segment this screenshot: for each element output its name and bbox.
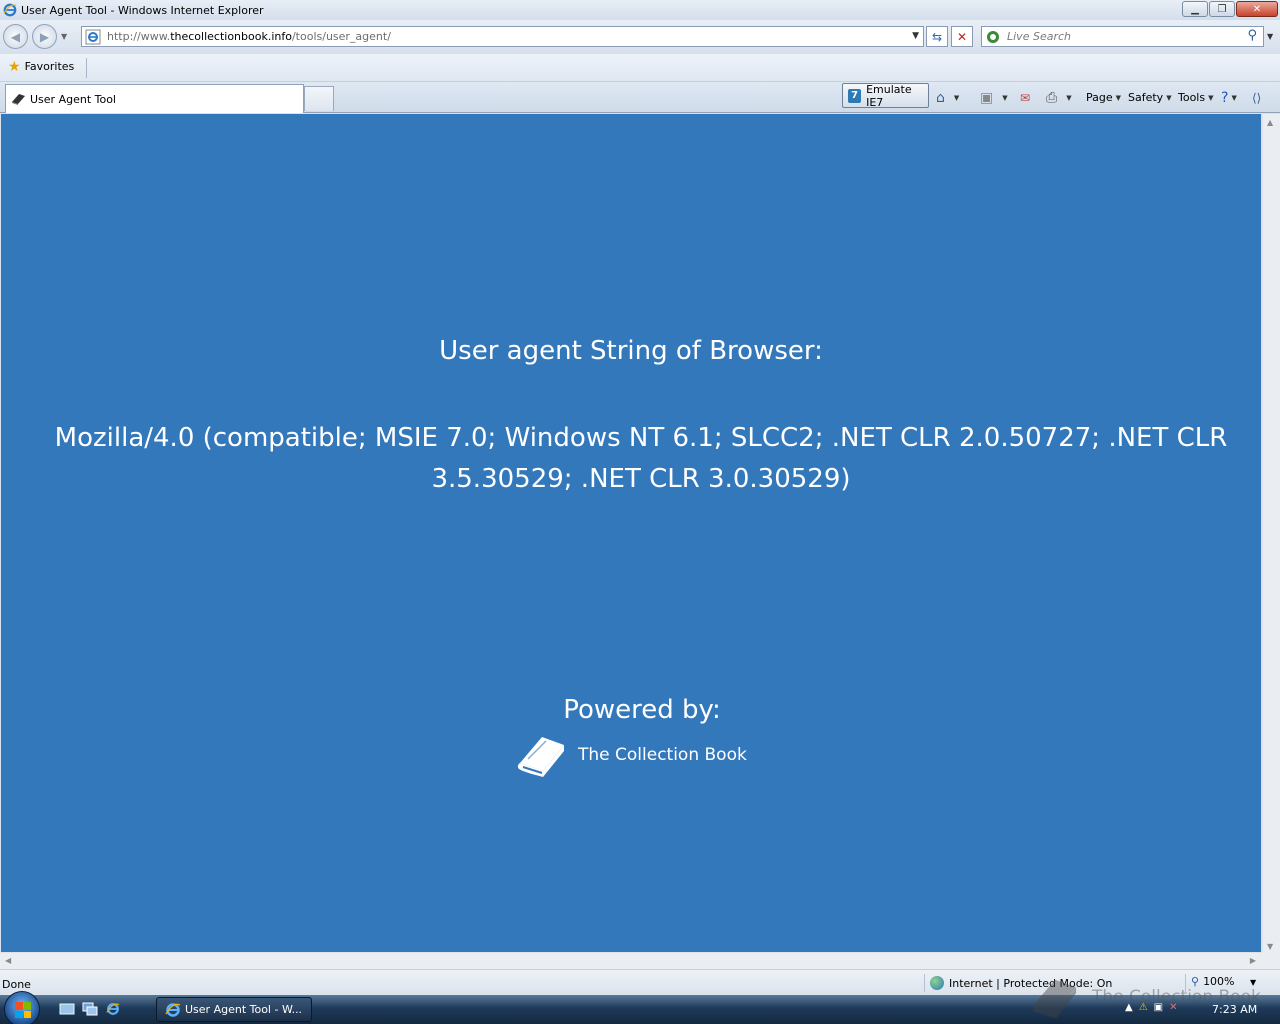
recent-pages-dropdown[interactable]: ▼: [61, 32, 67, 41]
title-bar: User Agent Tool - Windows Internet Explo…: [0, 0, 1280, 20]
address-url[interactable]: http://www.thecollectionbook.info/tools/…: [107, 30, 391, 43]
window-controls: ▁ ❐ ✕: [1182, 1, 1278, 17]
navigation-bar: ◀ ▶ ▼ http://www.thecollectionbook.info/…: [0, 20, 1280, 54]
zone-label: Internet | Protected Mode: On: [949, 976, 1113, 990]
favorites-divider: [86, 58, 87, 78]
forward-button[interactable]: ▶: [32, 24, 57, 49]
toolbar-chevron[interactable]: ⟨⟩: [1252, 82, 1261, 113]
brand-name: The Collection Book: [578, 745, 747, 765]
chevron-icon: ⟨⟩: [1252, 90, 1262, 105]
feeds-button[interactable]: ▣ ▼: [980, 82, 1008, 113]
scrollbar-corner: [1262, 952, 1280, 969]
zoom-icon: ⚲: [1191, 975, 1200, 988]
stop-icon: ✕: [956, 29, 968, 44]
scroll-left-icon[interactable]: ◀: [5, 956, 11, 965]
back-arrow-icon: ◀: [10, 29, 21, 44]
help-menu[interactable]: ? ▼: [1221, 82, 1237, 113]
tab-label: User Agent Tool: [30, 92, 116, 106]
maximize-button[interactable]: ❐: [1209, 1, 1235, 17]
windows-logo-icon: [15, 1002, 31, 1018]
page-ie-icon: [85, 29, 101, 44]
address-dropdown[interactable]: ▼: [912, 31, 919, 41]
emulate-label: Emulate IE7: [866, 82, 912, 109]
search-box[interactable]: Live Search ⚲: [981, 26, 1264, 47]
scroll-up-icon[interactable]: ▲: [1267, 118, 1273, 127]
read-mail-button[interactable]: ✉: [1020, 82, 1030, 113]
brand-link[interactable]: The Collection Book: [516, 731, 747, 779]
globe-icon: [930, 976, 944, 990]
clock[interactable]: 7:23 AM: [1212, 1003, 1257, 1016]
ie-quick-launch-icon[interactable]: [105, 1002, 121, 1016]
help-icon: ?: [1221, 89, 1229, 106]
warning-icon[interactable]: ⚠: [1139, 1002, 1148, 1013]
search-input[interactable]: Live Search: [1007, 30, 1071, 43]
volume-muted-icon[interactable]: ✕: [1169, 1002, 1177, 1013]
network-icon[interactable]: ▣: [1154, 1002, 1163, 1013]
taskbar: User Agent Tool - W... ▲ ⚠ ▣ ✕ 7:23 AM: [0, 991, 1280, 1024]
safety-menu-label: Safety: [1128, 91, 1164, 104]
tab-user-agent-tool[interactable]: User Agent Tool: [5, 84, 304, 113]
safety-menu[interactable]: Safety ▼: [1128, 82, 1172, 113]
book-icon: [12, 94, 25, 105]
refresh-icon: ⇆: [931, 29, 943, 44]
book-logo-icon: [517, 737, 564, 777]
taskbar-item-ie[interactable]: User Agent Tool - W...: [156, 997, 312, 1022]
home-icon: ⌂: [936, 89, 945, 106]
status-bar: Done Internet | Protected Mode: On ⚲ 100…: [0, 969, 1280, 995]
address-bar[interactable]: http://www.thecollectionbook.info/tools/…: [81, 26, 924, 47]
scroll-right-icon[interactable]: ▶: [1250, 956, 1256, 965]
star-icon: ★: [8, 58, 21, 75]
feed-icon: ▣: [980, 89, 994, 106]
window-title: User Agent Tool - Windows Internet Explo…: [21, 3, 264, 17]
zoom-dropdown[interactable]: ▼: [1250, 978, 1256, 987]
tray-expand-icon[interactable]: ▲: [1125, 1002, 1133, 1013]
refresh-button[interactable]: ⇆: [926, 26, 948, 47]
tools-menu[interactable]: Tools ▼: [1178, 82, 1214, 113]
start-button[interactable]: [4, 991, 40, 1024]
tools-menu-label: Tools: [1178, 91, 1206, 104]
ie-logo-icon: [165, 1002, 181, 1017]
page-menu-label: Page: [1086, 91, 1113, 104]
forward-arrow-icon: ▶: [39, 29, 50, 44]
emulate-ie7-button[interactable]: 7 Emulate IE7: [842, 82, 929, 109]
search-options-dropdown[interactable]: ▼: [1267, 32, 1273, 41]
status-divider: [924, 974, 925, 992]
user-agent-string: Mozilla/4.0 (compatible; MSIE 7.0; Windo…: [54, 423, 1228, 494]
system-tray: ▲ ⚠ ▣ ✕: [1125, 1002, 1178, 1013]
search-icon[interactable]: ⚲: [1247, 28, 1257, 43]
page-heading: User agent String of Browser:: [439, 336, 823, 366]
vertical-scrollbar[interactable]: ▲ ▼: [1262, 114, 1280, 952]
horizontal-scrollbar[interactable]: ◀ ▶: [0, 952, 1262, 969]
favorites-bar: ★ Favorites: [0, 54, 1280, 82]
security-zone[interactable]: Internet | Protected Mode: On: [930, 976, 1112, 990]
tab-bar: User Agent Tool 7 Emulate IE7 ⌂ ▼ ▣ ▼ ✉ ⎙ ▼…: [0, 82, 1280, 113]
ie-logo-icon: [3, 3, 17, 17]
taskbar-item-label: User Agent Tool - W...: [185, 1003, 303, 1016]
scroll-down-icon[interactable]: ▼: [1267, 942, 1273, 951]
minimize-button[interactable]: ▁: [1182, 1, 1208, 17]
emulate-icon: 7: [848, 88, 862, 103]
page-menu[interactable]: Page ▼: [1086, 82, 1121, 113]
print-button[interactable]: ⎙ ▼: [1046, 82, 1072, 113]
live-search-icon: [987, 30, 999, 43]
favorites-label: Favorites: [24, 60, 75, 73]
home-button[interactable]: ⌂ ▼: [936, 82, 959, 113]
powered-by-label: Powered by:: [563, 695, 721, 725]
printer-icon: ⎙: [1046, 89, 1058, 106]
switch-windows-icon[interactable]: [82, 1002, 98, 1016]
mail-icon: ✉: [1020, 90, 1031, 105]
show-desktop-icon[interactable]: [59, 1002, 75, 1016]
zoom-label: 100%: [1203, 975, 1235, 988]
zoom-level-button[interactable]: ⚲ 100%: [1191, 975, 1235, 988]
favorites-button[interactable]: ★ Favorites: [8, 58, 75, 75]
page-content: User agent String of Browser: Mozilla/4.…: [1, 114, 1261, 952]
back-button[interactable]: ◀: [3, 24, 28, 49]
new-tab-button[interactable]: [304, 86, 334, 111]
stop-button[interactable]: ✕: [951, 26, 973, 47]
status-divider: [1185, 974, 1186, 992]
status-text: Done: [2, 978, 31, 991]
close-button[interactable]: ✕: [1236, 1, 1278, 17]
